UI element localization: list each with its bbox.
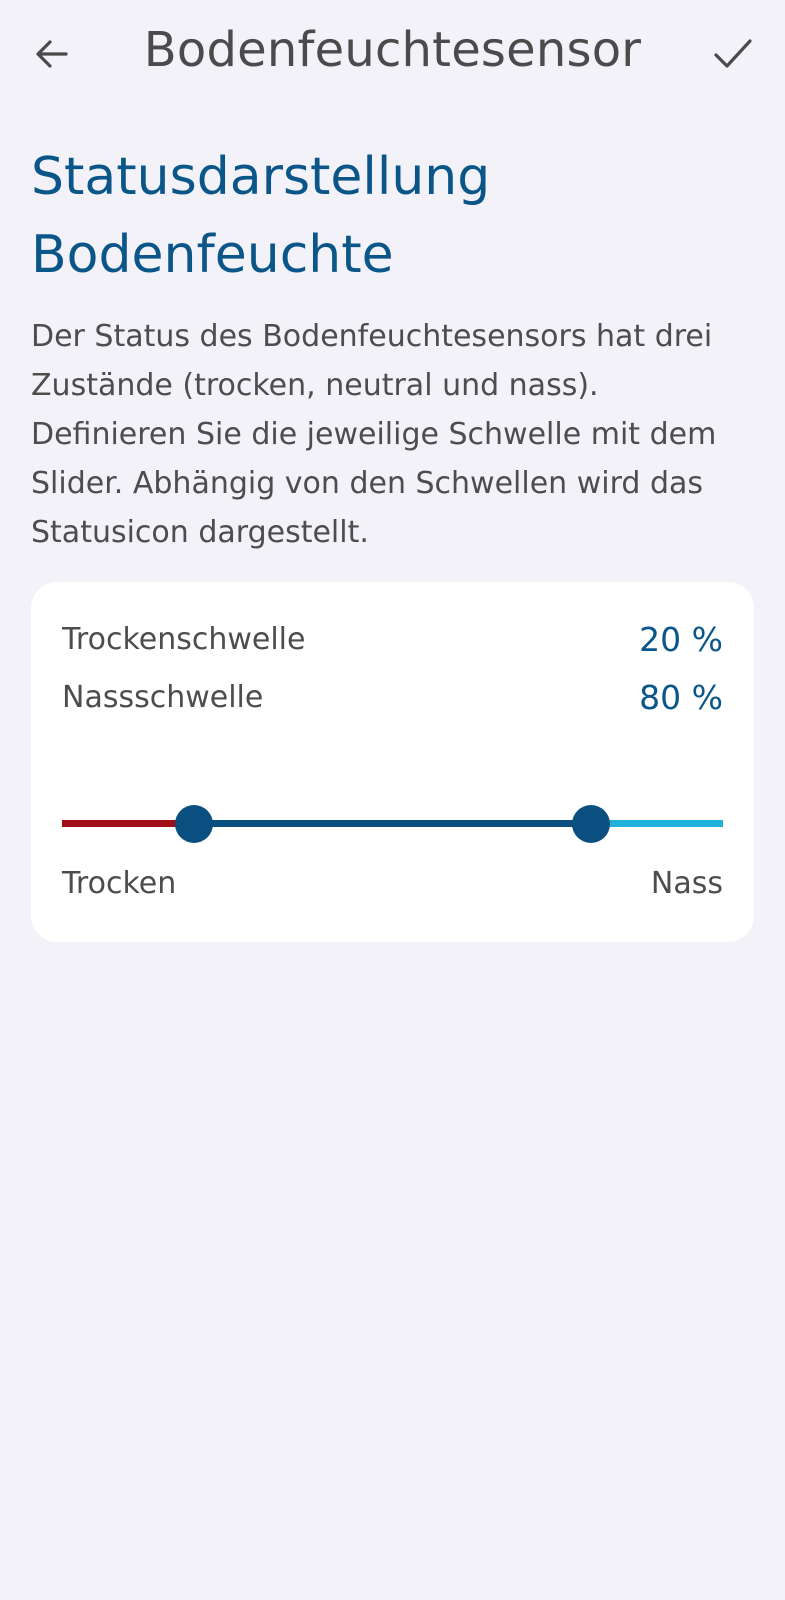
section-title: Statusdarstellung Bodenfeuchte [31, 147, 491, 285]
dry-threshold-value: 20 % [639, 620, 723, 659]
check-icon [714, 39, 752, 68]
slider-track-wet [590, 820, 723, 827]
slider-track-neutral [194, 820, 591, 827]
slider-max-label: Nass [650, 866, 723, 901]
wet-threshold-thumb[interactable] [571, 805, 610, 843]
slider-min-label: Trocken [62, 866, 177, 901]
page-title: Bodenfeuchtesensor [143, 22, 642, 78]
threshold-range-slider[interactable] [62, 804, 723, 844]
section-description: Der Status des Bodenfeuchtesensors hat d… [31, 319, 717, 550]
dry-threshold-thumb[interactable] [175, 805, 214, 843]
dry-threshold-label: Trockenschwelle [62, 622, 306, 657]
wet-threshold-label: Nassschwelle [62, 680, 264, 715]
confirm-button[interactable] [709, 30, 757, 78]
threshold-card: Trockenschwelle 20 % Nassschwelle 80 % T… [31, 582, 754, 942]
wet-threshold-value: 80 % [639, 678, 723, 717]
app-bar: Bodenfeuchtesensor [0, 0, 785, 110]
